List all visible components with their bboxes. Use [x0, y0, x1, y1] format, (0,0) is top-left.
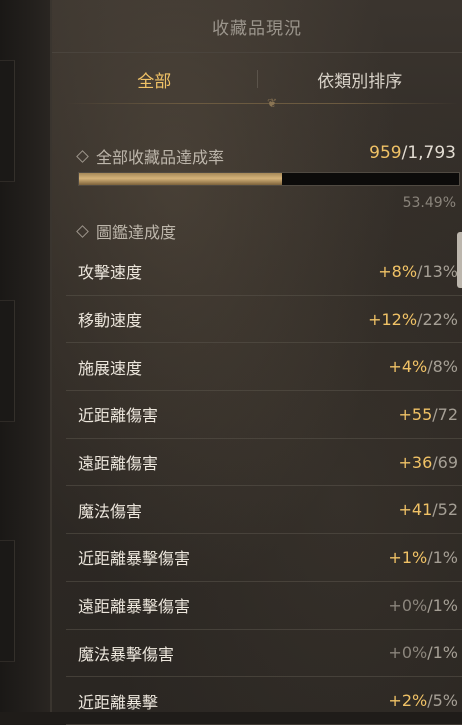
stat-row: 魔法傷害 +41/52: [66, 486, 462, 534]
tab-all[interactable]: 全部: [52, 67, 257, 92]
diamond-icon: [76, 225, 89, 238]
stat-bonus: +55: [398, 405, 432, 424]
stat-row: 施展速度 +4%/8%: [66, 343, 462, 391]
stat-max: /5%: [427, 691, 458, 710]
stat-value: +0%/1%: [388, 643, 458, 662]
codex-heading: 圖鑑達成度: [78, 219, 176, 243]
stat-name: 遠距離暴擊傷害: [78, 593, 190, 617]
collection-current: 959: [369, 143, 401, 163]
stat-value: +8%/13%: [378, 262, 458, 281]
codex-label: 圖鑑達成度: [96, 219, 176, 243]
stat-max: /1%: [427, 548, 458, 567]
stat-max: /1%: [427, 596, 458, 615]
stat-bonus: +1%: [388, 548, 427, 567]
stat-bonus: +0%: [388, 643, 427, 662]
collection-total: /1,793: [402, 143, 456, 163]
stat-max: /69: [432, 453, 458, 472]
collection-progress-fill: [79, 173, 282, 185]
frame-slot: [0, 540, 15, 662]
stat-bonus: +0%: [388, 596, 427, 615]
stat-name: 近距離傷害: [78, 402, 158, 426]
ornament-icon: ❦: [257, 97, 287, 109]
stat-row: 近距離暴擊 +2%/5%: [66, 677, 462, 725]
stat-value: +12%/22%: [368, 310, 458, 329]
scrollbar-thumb[interactable]: [457, 232, 462, 288]
stat-max: /52: [432, 500, 458, 519]
collection-progress-bar: [78, 172, 460, 186]
stat-value: +55/72: [398, 405, 458, 424]
stat-bonus: +36: [398, 453, 432, 472]
tab-bar: 全部 依類別排序: [52, 60, 462, 98]
stat-bonus: +8%: [378, 262, 417, 281]
collection-rate-label: 全部收藏品達成率: [96, 144, 224, 168]
stat-bonus: +41: [398, 500, 432, 519]
stat-row: 遠距離傷害 +36/69: [66, 439, 462, 487]
stat-name: 近距離暴擊: [78, 689, 158, 713]
stat-value: +4%/8%: [388, 357, 458, 376]
collection-panel: 收藏品現況 全部 依類別排序 ❦ 全部收藏品達成率 959/1,793 53.4…: [52, 0, 462, 712]
stat-max: /72: [432, 405, 458, 424]
collection-percent: 53.49%: [403, 195, 456, 211]
stat-max: /22%: [417, 310, 458, 329]
title-divider: [52, 52, 462, 53]
stat-bonus: +2%: [388, 691, 427, 710]
stat-max: /8%: [427, 357, 458, 376]
stat-row: 遠距離暴擊傷害 +0%/1%: [66, 582, 462, 630]
stat-max: /13%: [417, 262, 458, 281]
frame-slot: [0, 300, 15, 422]
left-frame: [0, 0, 52, 712]
codex-stat-list: 攻擊速度 +8%/13% 移動速度 +12%/22% 施展速度 +4%/8% 近距離傷害 +5…: [66, 248, 462, 725]
stat-name: 魔法傷害: [78, 498, 142, 522]
stat-value: +0%/1%: [388, 596, 458, 615]
stat-row: 魔法暴擊傷害 +0%/1%: [66, 630, 462, 678]
stat-name: 遠距離傷害: [78, 450, 158, 474]
diamond-icon: [76, 150, 89, 163]
stat-row: 攻擊速度 +8%/13%: [66, 248, 462, 296]
stat-row: 近距離暴擊傷害 +1%/1%: [66, 534, 462, 582]
stat-bonus: +4%: [388, 357, 427, 376]
stat-value: +2%/5%: [388, 691, 458, 710]
stat-row: 近距離傷害 +55/72: [66, 391, 462, 439]
frame-slot: [0, 60, 15, 182]
stat-value: +36/69: [398, 453, 458, 472]
collection-rate-heading: 全部收藏品達成率: [78, 144, 224, 168]
stat-name: 攻擊速度: [78, 259, 142, 283]
stat-name: 近距離暴擊傷害: [78, 545, 190, 569]
stat-row: 移動速度 +12%/22%: [66, 296, 462, 344]
stat-name: 移動速度: [78, 307, 142, 331]
stat-name: 魔法暴擊傷害: [78, 641, 174, 665]
stat-bonus: +12%: [368, 310, 417, 329]
stat-max: /1%: [427, 643, 458, 662]
panel-title: 收藏品現況: [52, 0, 462, 52]
stat-name: 施展速度: [78, 355, 142, 379]
collection-ratio: 959/1,793: [369, 143, 456, 163]
stat-value: +1%/1%: [388, 548, 458, 567]
tab-by-category[interactable]: 依類別排序: [258, 67, 462, 92]
stat-value: +41/52: [398, 500, 458, 519]
